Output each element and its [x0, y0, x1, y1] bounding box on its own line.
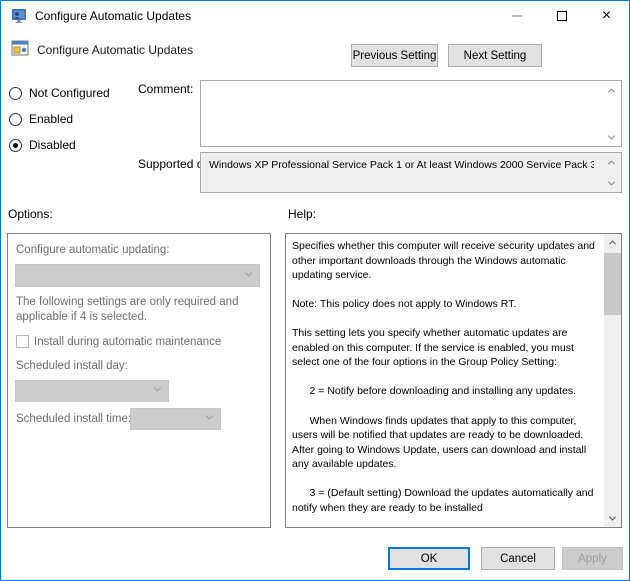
chevron-down-icon — [154, 385, 161, 392]
apply-button[interactable]: Apply — [562, 547, 623, 570]
scroll-up-icon[interactable] — [605, 84, 617, 96]
minimize-button[interactable] — [494, 1, 539, 30]
maintenance-checkbox-label: Install during automatic maintenance — [34, 336, 221, 348]
radio-enabled[interactable]: Enabled — [9, 111, 73, 127]
scroll-down-icon[interactable] — [605, 177, 617, 189]
chevron-down-icon — [206, 413, 213, 420]
options-section-label: Options: — [8, 207, 53, 221]
previous-setting-button[interactable]: Previous Setting — [351, 44, 438, 67]
supported-on-box: Windows XP Professional Service Pack 1 o… — [200, 152, 622, 193]
comment-label: Comment: — [138, 82, 193, 96]
ok-button[interactable]: OK — [388, 547, 470, 570]
install-day-select[interactable] — [15, 380, 169, 402]
radio-label: Not Configured — [29, 86, 110, 100]
maximize-icon — [557, 11, 567, 21]
next-setting-button[interactable]: Next Setting — [448, 44, 542, 67]
policy-setting-icon — [11, 39, 29, 57]
radio-circle-selected-icon — [9, 139, 22, 152]
radio-label: Disabled — [29, 138, 76, 152]
maximize-button[interactable] — [539, 1, 584, 30]
scroll-up-icon — [609, 240, 616, 247]
install-time-label: Scheduled install time: — [16, 413, 131, 425]
minimize-icon — [512, 15, 522, 17]
scroll-up-icon[interactable] — [605, 156, 617, 168]
scrollbar-down-button[interactable] — [604, 510, 621, 527]
scrollbar-thumb[interactable] — [604, 253, 621, 315]
comment-input[interactable] — [200, 80, 622, 147]
scroll-down-icon[interactable] — [605, 131, 617, 143]
options-panel: Configure automatic updating: The follow… — [7, 233, 271, 528]
radio-disabled[interactable]: Disabled — [9, 137, 76, 153]
close-button[interactable]: × — [584, 1, 629, 30]
window-title: Configure Automatic Updates — [35, 9, 191, 23]
radio-circle-icon — [9, 87, 22, 100]
help-section-label: Help: — [288, 207, 316, 221]
help-scrollbar[interactable] — [604, 234, 621, 527]
maintenance-checkbox[interactable] — [16, 335, 29, 348]
supported-on-value: Windows XP Professional Service Pack 1 o… — [209, 159, 594, 171]
install-day-label: Scheduled install day: — [16, 360, 128, 372]
help-panel: Specifies whether this computer will rec… — [285, 233, 622, 528]
install-time-select[interactable] — [130, 408, 221, 430]
titlebar: Configure Automatic Updates × — [1, 1, 629, 31]
configure-updating-select[interactable] — [15, 264, 260, 287]
app-icon — [11, 8, 27, 24]
scrollbar-up-button[interactable] — [604, 234, 621, 251]
options-note: The following settings are only required… — [16, 295, 238, 325]
help-text: Specifies whether this computer will rec… — [286, 234, 604, 527]
cancel-button[interactable]: Cancel — [481, 547, 555, 570]
setting-title: Configure Automatic Updates — [37, 43, 193, 57]
configure-updating-label: Configure automatic updating: — [16, 244, 169, 256]
radio-circle-icon — [9, 113, 22, 126]
close-icon: × — [602, 7, 611, 25]
dialog-window: Configure Automatic Updates × Configure … — [0, 0, 630, 581]
radio-label: Enabled — [29, 112, 73, 126]
radio-not-configured[interactable]: Not Configured — [9, 85, 110, 101]
scroll-down-icon — [609, 514, 616, 521]
chevron-down-icon — [245, 269, 252, 276]
